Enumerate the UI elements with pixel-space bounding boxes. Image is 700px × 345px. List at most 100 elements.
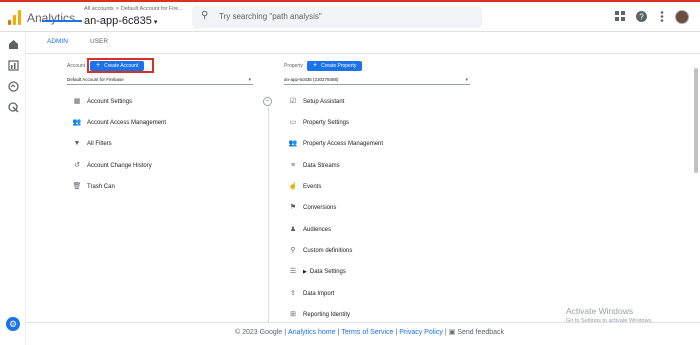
menu-events[interactable]: ☝ Events [288,181,322,193]
svg-text:?: ? [639,13,644,22]
footer-separator: | [395,329,398,336]
breadcrumb-account[interactable]: Default Account for Fire... [121,6,183,12]
chevron-down-icon: ▾ [465,77,468,83]
people-icon: 👥 [72,119,82,126]
audience-icon: ♟ [289,226,297,233]
history-icon: ↺ [74,162,80,169]
menu-property-access[interactable]: 👥 Property Access Management [288,138,383,150]
building-icon: ▦ [73,98,81,105]
column-divider [268,97,269,323]
menu-account-settings[interactable]: ▦ Account Settings [72,96,132,108]
caret-down-icon: ▾ [153,19,158,26]
upload-icon: ⇪ [290,290,296,297]
analytics-home-link[interactable]: Analytics home [288,329,335,336]
property-label: Property [284,63,303,69]
menu-label: Data Settings [309,269,346,275]
settings-page-icon: ▭ [289,119,297,126]
help-icon[interactable]: ? [635,11,647,26]
menu-data-settings[interactable]: ☰ ▶ Data Settings [288,266,346,278]
copyright: © 2023 Google [235,329,283,336]
menu-label: Conversions [303,205,337,211]
admin-tabs: ADMIN USER [26,32,700,54]
menu-label: Account Settings [87,99,133,105]
highlight-annotation [87,58,154,73]
tab-user[interactable]: USER [90,38,108,45]
account-select[interactable]: Default Account for Firebase ▾ [67,75,253,85]
search-bar[interactable]: ⚲ Try searching "path analysis" [192,6,482,28]
menu-label: Account Access Management [87,120,167,126]
footer-links: © 2023 Google | Analytics home | Terms of Se… [235,328,504,336]
flag-icon: ⚑ [289,204,297,211]
reports-icon[interactable] [7,60,19,72]
send-feedback-link[interactable]: Send feedback [457,329,504,336]
people-icon: 👥 [288,140,298,147]
custom-icon: ⚲ [290,247,296,254]
more-vert-icon[interactable] [656,11,668,26]
trash-icon: 🗑 [72,183,82,190]
menu-account-access[interactable]: 👥 Account Access Management [72,117,166,129]
menu-data-import[interactable]: ⇪ Data Import [288,288,334,300]
create-property-label: Create Property [321,63,357,69]
menu-label: Data Import [303,291,335,297]
chevron-down-icon: ▾ [248,77,251,83]
app-name: Analytics [27,11,76,25]
search-placeholder: Try searching "path analysis" [219,12,322,21]
property-select[interactable]: an-app-6c835 (230279488) ▾ [284,75,470,85]
menu-label: Property Access Management [303,141,384,147]
menu-label: Property Settings [303,120,350,126]
feedback-icon: ▣ [448,329,456,336]
database-icon: ☰ [289,268,297,275]
menu-label: Trash Can [87,184,115,190]
privacy-link[interactable]: Privacy Policy [399,329,443,336]
property-title: an-app-6c835 [84,15,152,27]
terms-link[interactable]: Terms of Service [341,329,393,336]
apps-grid-icon[interactable] [614,11,626,25]
breadcrumb-all-accounts[interactable]: All accounts [84,6,114,12]
menu-custom-definitions[interactable]: ⚲ Custom definitions [288,245,352,257]
menu-audiences[interactable]: ♟ Audiences [288,224,331,236]
menu-label: Custom definitions [303,248,353,254]
menu-trash-can[interactable]: 🗑 Trash Can [72,181,115,193]
home-icon[interactable] [7,39,19,51]
menu-label: Data Streams [303,163,340,169]
menu-label: Audiences [303,227,332,233]
menu-label: Setup Assistant [303,99,345,105]
menu-data-streams[interactable]: ≡ Data Streams [288,160,340,172]
scrollbar[interactable] [694,68,698,173]
menu-change-history[interactable]: ↺ Account Change History [72,160,152,172]
menu-reporting-identity[interactable]: ⊞ Reporting Identity [288,309,350,321]
menu-label: All Filters [87,141,112,147]
expand-arrow-icon: ▶ [303,269,307,275]
menu-label: Events [303,184,322,190]
create-property-button[interactable]: + Create Property [307,61,363,71]
top-bar: Analytics All accounts > Default Account f… [0,0,700,32]
property-selector[interactable]: an-app-6c835 ▾ [84,15,157,27]
footer: © 2023 Google | Analytics home | Terms of Se… [26,322,700,345]
checkbox-icon: ☑ [289,98,297,105]
footer-separator: | [444,329,447,336]
menu-setup-assistant[interactable]: ☑ Setup Assistant [288,96,345,108]
watermark-title: Activate Windows [566,306,634,316]
tab-admin[interactable]: ADMIN [47,38,68,45]
menu-property-settings[interactable]: ▭ Property Settings [288,117,349,129]
explore-icon[interactable] [7,81,19,93]
breadcrumb: All accounts > Default Account for Fire... [84,6,183,12]
search-icon: ⚲ [201,10,209,21]
admin-gear-icon[interactable]: ⚙ [6,317,20,331]
menu-all-filters[interactable]: ▼ All Filters [72,138,112,150]
avatar[interactable] [675,10,689,24]
menu-conversions[interactable]: ⚑ Conversions [288,202,337,214]
plus-icon: + [313,62,318,69]
breadcrumb-separator: > [115,6,119,12]
menu-label: Reporting Identity [303,312,351,318]
filter-icon: ▼ [73,140,81,147]
advertising-icon[interactable] [7,102,19,114]
footer-separator: | [284,329,287,336]
touch-icon: ☝ [288,183,298,190]
account-label: Account [67,63,86,69]
streams-icon: ≡ [290,162,296,169]
analytics-logo-icon[interactable] [8,9,22,25]
collapse-icon[interactable]: – [263,97,272,106]
account-selected-value: Default Account for Firebase [67,77,124,82]
footer-separator: | [337,329,340,336]
